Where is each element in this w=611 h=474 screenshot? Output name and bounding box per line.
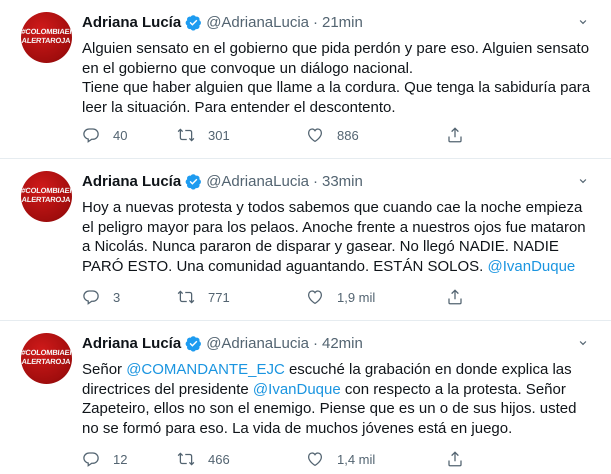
avatar[interactable]: #COLOMBIAEN ALERTAROJA — [21, 171, 72, 222]
tweet-text-line: Señor @COMANDANTE_EJC escuché la grabaci… — [82, 360, 592, 438]
like-count: 886 — [337, 127, 359, 143]
separator-dot: · — [313, 172, 318, 190]
tweet-text: Señor @COMANDANTE_EJC escuché la grabaci… — [82, 360, 592, 438]
share-icon — [448, 451, 462, 467]
avatar-text: #COLOMBIAEN ALERTAROJA — [21, 186, 72, 204]
reply-icon — [83, 452, 99, 467]
separator-dot: · — [313, 334, 318, 352]
author-name[interactable]: Adriana Lucía — [82, 14, 181, 31]
like-count: 1,4 mil — [337, 451, 376, 467]
like-icon — [307, 452, 323, 467]
tweet[interactable]: #COLOMBIAEN ALERTAROJA Adriana Lucía @Ad… — [0, 0, 611, 159]
like-count: 1,9 mil — [337, 289, 376, 305]
like-button[interactable]: 886 — [306, 126, 446, 144]
tweet-actions: 12 466 1,4 mil — [82, 450, 597, 468]
author-handle[interactable]: @AdrianaLucia — [206, 335, 309, 352]
retweet-count: 301 — [208, 127, 230, 143]
author-handle[interactable]: @AdrianaLucia — [206, 14, 309, 31]
timeline-feed: #COLOMBIAEN ALERTAROJA Adriana Lucía @Ad… — [0, 0, 611, 474]
tweet-text-line: Tiene que haber alguien que llame a la c… — [82, 79, 591, 116]
retweet-icon — [177, 290, 195, 304]
retweet-button[interactable]: 466 — [177, 450, 306, 468]
tweet-content: Adriana Lucía @AdrianaLucia · 33min Hoy … — [82, 171, 597, 276]
verified-badge-icon — [185, 14, 202, 31]
retweet-button[interactable]: 771 — [177, 288, 306, 306]
tweet-content: Adriana Lucía @AdrianaLucia · 42min Seño… — [82, 333, 597, 438]
reply-button[interactable]: 40 — [82, 126, 177, 144]
timestamp[interactable]: 42min — [322, 335, 363, 352]
like-icon — [307, 128, 323, 143]
reply-button[interactable]: 12 — [82, 450, 177, 468]
author-handle[interactable]: @AdrianaLucia — [206, 173, 309, 190]
mention-link[interactable]: @IvanDuque — [487, 258, 575, 275]
author-name[interactable]: Adriana Lucía — [82, 173, 181, 190]
reply-button[interactable]: 3 — [82, 288, 177, 306]
mention-link[interactable]: @IvanDuque — [253, 381, 341, 398]
tweet-header: Adriana Lucía @AdrianaLucia · 33min — [82, 171, 597, 191]
reply-count: 12 — [113, 451, 128, 467]
share-icon — [448, 289, 462, 305]
reply-count: 3 — [113, 289, 121, 305]
avatar[interactable]: #COLOMBIAEN ALERTAROJA — [21, 12, 72, 63]
tweet-header: Adriana Lucía @AdrianaLucia · 42min — [82, 333, 597, 353]
retweet-button[interactable]: 301 — [177, 126, 306, 144]
share-icon — [448, 127, 462, 143]
avatar-text: #COLOMBIAEN ALERTAROJA — [21, 348, 72, 366]
reply-icon — [83, 290, 99, 305]
avatar-text: #COLOMBIAEN ALERTAROJA — [21, 27, 72, 45]
more-icon[interactable] — [575, 14, 591, 30]
reply-count: 40 — [113, 127, 128, 143]
tweet-text: Alguien sensato en el gobierno que pida … — [82, 39, 592, 117]
mention-link[interactable]: @COMANDANTE_EJC — [126, 361, 285, 378]
retweet-icon — [177, 452, 195, 466]
avatar[interactable]: #COLOMBIAEN ALERTAROJA — [21, 333, 72, 384]
tweet[interactable]: #COLOMBIAEN ALERTAROJA Adriana Lucía @Ad… — [0, 321, 611, 474]
timestamp[interactable]: 21min — [322, 14, 363, 31]
verified-badge-icon — [185, 335, 202, 352]
tweet-actions: 3 771 1,9 mil — [82, 288, 597, 306]
tweet-text-segment: Señor — [82, 361, 127, 378]
share-button[interactable] — [446, 288, 464, 306]
author-name[interactable]: Adriana Lucía — [82, 335, 181, 352]
tweet-content: Adriana Lucía @AdrianaLucia · 21min Algu… — [82, 12, 597, 117]
separator-dot: · — [313, 13, 318, 31]
more-icon[interactable] — [575, 335, 591, 351]
retweet-count: 771 — [208, 289, 230, 305]
retweet-icon — [177, 128, 195, 142]
like-icon — [307, 290, 323, 305]
tweet-text: Hoy a nuevas protesta y todos sabemos qu… — [82, 198, 592, 276]
verified-badge-icon — [185, 173, 202, 190]
timestamp[interactable]: 33min — [322, 173, 363, 190]
tweet-header: Adriana Lucía @AdrianaLucia · 21min — [82, 12, 597, 32]
share-button[interactable] — [446, 450, 464, 468]
tweet-text-line: Hoy a nuevas protesta y todos sabemos qu… — [82, 198, 592, 276]
reply-icon — [83, 128, 99, 143]
retweet-count: 466 — [208, 451, 230, 467]
tweet-actions: 40 301 886 — [82, 126, 597, 144]
more-icon[interactable] — [575, 173, 591, 189]
like-button[interactable]: 1,4 mil — [306, 450, 446, 468]
like-button[interactable]: 1,9 mil — [306, 288, 446, 306]
share-button[interactable] — [446, 126, 464, 144]
tweet-text-line: Alguien sensato en el gobierno que pida … — [82, 40, 590, 77]
tweet[interactable]: #COLOMBIAEN ALERTAROJA Adriana Lucía @Ad… — [0, 159, 611, 321]
